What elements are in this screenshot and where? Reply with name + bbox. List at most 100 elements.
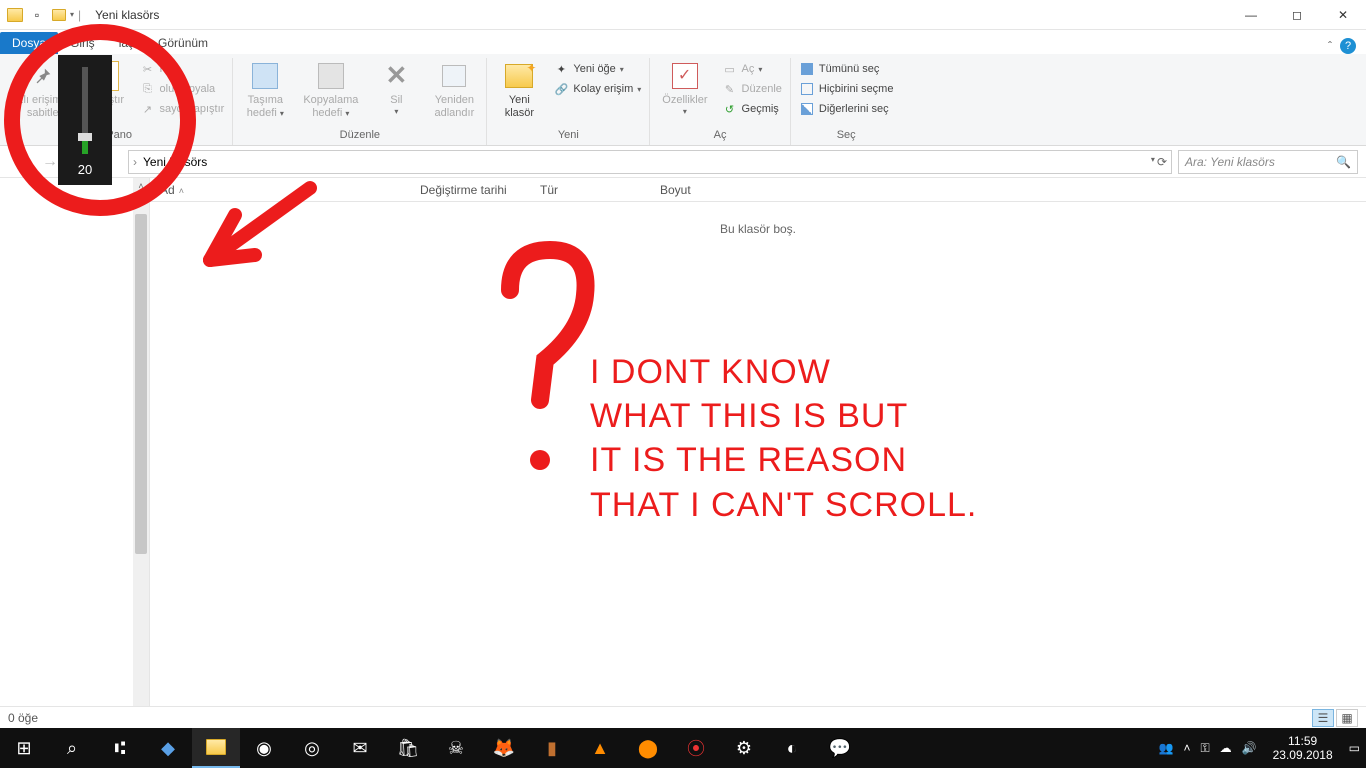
chevron-down-icon: ▾ (683, 107, 687, 117)
refresh-button[interactable]: ⟳ (1157, 155, 1167, 169)
open-icon: ▭ (722, 61, 738, 77)
label: Kolay erişim (573, 83, 633, 95)
tray-volume-icon[interactable]: 🔊 (1242, 741, 1257, 755)
rename-button[interactable]: Yeniden adlandır (428, 58, 480, 122)
clock-date: 23.09.2018 (1273, 748, 1333, 762)
details-view-button[interactable]: ☰ (1312, 709, 1334, 727)
volume-thumb[interactable] (78, 133, 92, 141)
label: hedefi (247, 107, 277, 119)
paste-shortcut-button[interactable]: ↗sayol yapıştır (138, 100, 227, 118)
taskbar-app-6[interactable]: ☠ (432, 728, 480, 768)
search-input[interactable]: Ara: Yeni klasörs 🔍 (1178, 150, 1358, 174)
clock-time: 11:59 (1273, 734, 1333, 748)
search-icon[interactable]: 🔍 (1336, 155, 1351, 169)
label: Ad (160, 183, 175, 197)
address-bar[interactable]: › Yeni klasörs ▾ ⟳ (128, 150, 1172, 174)
tray-people-icon[interactable]: 👥 (1159, 741, 1174, 755)
nav-scrollbar[interactable] (133, 194, 149, 706)
properties-button[interactable]: Özellikler ▾ (656, 58, 713, 119)
tray-notifications-icon[interactable]: ▭ (1349, 741, 1360, 755)
taskbar-gimp[interactable]: 🦊 (480, 728, 528, 768)
minimize-button[interactable]: — (1228, 0, 1274, 30)
open-button[interactable]: ▭Aç ▾ (720, 60, 784, 78)
back-button[interactable]: ← (8, 150, 32, 174)
file-list-pane[interactable]: Ad˄ Değiştirme tarihi Tür Boyut Bu klasö… (150, 178, 1366, 706)
window-controls: — ◻ ✕ (1228, 0, 1366, 30)
taskbar-settings[interactable]: ⚙ (720, 728, 768, 768)
task-view-button[interactable]: ⑆ (96, 728, 144, 768)
taskbar-store[interactable]: 🛍 (384, 728, 432, 768)
new-folder-button[interactable]: Yeni klasör (493, 58, 545, 122)
addr-dropdown-icon[interactable]: ▾ (1151, 155, 1155, 169)
taskbar-mail[interactable]: ✉ (336, 728, 384, 768)
search-button[interactable]: ⌕ (48, 728, 96, 768)
tab-view[interactable]: Görünüm (146, 32, 220, 54)
select-all-button[interactable]: Tümünü seç (797, 60, 896, 78)
new-item-button[interactable]: ✦Yeni öğe ▾ (551, 60, 643, 78)
taskbar-chrome[interactable]: ◎ (288, 728, 336, 768)
delete-button[interactable]: ✕ Sil ▾ (370, 58, 422, 119)
label: Yeni öğe (573, 63, 615, 75)
label: Boyut (660, 183, 691, 197)
selectall-icon (799, 61, 815, 77)
history-icon: ↺ (722, 101, 738, 117)
start-button[interactable]: ⊞ (0, 728, 48, 768)
close-button[interactable]: ✕ (1320, 0, 1366, 30)
edit-button[interactable]: ✎Düzenle (720, 80, 784, 98)
tab-share[interactable]: laş (107, 32, 146, 54)
copy-path-button[interactable]: ⎘olu kopyala (138, 80, 227, 98)
volume-osd[interactable]: 20 (58, 55, 112, 185)
chevron-right-icon[interactable]: › (133, 155, 137, 169)
icons-view-button[interactable]: ▦ (1336, 709, 1358, 727)
label: Tümünü seç (819, 63, 880, 75)
edit-icon: ✎ (722, 81, 738, 97)
maximize-button[interactable]: ◻ (1274, 0, 1320, 30)
system-tray: 👥 ˄ ⚿ ☁ 🔊 11:59 23.09.2018 ▭ (1159, 734, 1366, 763)
label: Sil (390, 94, 402, 107)
tray-clock[interactable]: 11:59 23.09.2018 (1267, 734, 1339, 763)
qat-customize-icon[interactable]: ▾ (70, 10, 74, 19)
collapse-ribbon-icon[interactable]: ˆ (1328, 39, 1332, 53)
label: Diğerlerini seç (819, 103, 889, 115)
taskbar-steam[interactable]: ◉ (240, 728, 288, 768)
taskbar-chat[interactable]: 💬 (816, 728, 864, 768)
taskbar-record[interactable]: ⦿ (672, 728, 720, 768)
history-button[interactable]: ↺Geçmiş (720, 100, 784, 118)
invert-selection-button[interactable]: Diğerlerini seç (797, 100, 896, 118)
tab-file[interactable]: Dosya (0, 32, 58, 54)
move-to-button[interactable]: Taşıma hedefi ▾ (239, 58, 291, 122)
taskbar-avast[interactable]: ⬤ (624, 728, 672, 768)
taskbar-app-8[interactable]: ▮ (528, 728, 576, 768)
volume-slider[interactable] (82, 67, 88, 154)
breadcrumb-current[interactable]: Yeni klasörs (141, 155, 209, 169)
select-none-button[interactable]: Hiçbirini seçme (797, 80, 896, 98)
qat-newfolder-icon[interactable] (50, 6, 68, 24)
col-type[interactable]: Tür (530, 183, 650, 197)
tab-home[interactable]: Giriş (58, 32, 107, 54)
taskbar-explorer[interactable] (192, 728, 240, 768)
cut-button[interactable]: ✂Kes (138, 60, 227, 78)
chevron-down-icon: ▾ (394, 107, 398, 117)
scroll-up-button[interactable]: ˄ (133, 178, 149, 194)
col-name[interactable]: Ad˄ (150, 183, 410, 197)
col-size[interactable]: Boyut (650, 183, 750, 197)
taskbar-app-13[interactable]: ◐ (768, 728, 816, 768)
easy-access-button[interactable]: 🔗Kolay erişim ▾ (551, 80, 643, 98)
copy-to-button[interactable]: Kopyalama hedefi ▾ (297, 58, 364, 122)
qat-properties-icon[interactable]: ▫ (28, 6, 46, 24)
scrollbar-thumb[interactable] (135, 214, 147, 554)
taskbar-vlc[interactable]: ▲ (576, 728, 624, 768)
col-modified[interactable]: Değiştirme tarihi (410, 183, 530, 197)
column-headers: Ad˄ Değiştirme tarihi Tür Boyut (150, 178, 1366, 202)
taskbar-app-1[interactable]: ◆ (144, 728, 192, 768)
navigation-pane[interactable]: ˄ (0, 178, 150, 706)
delete-icon: ✕ (380, 60, 412, 92)
tray-cloud-icon[interactable]: ☁ (1220, 741, 1232, 755)
tray-overflow-icon[interactable]: ˄ (1183, 741, 1190, 755)
group-label: Aç (714, 127, 727, 143)
help-icon[interactable]: ? (1340, 38, 1356, 54)
nav-row: ← → ▾ ↑ › Yeni klasörs ▾ ⟳ Ara: Yeni kla… (0, 146, 1366, 178)
group-organize: Taşıma hedefi ▾ Kopyalama hedefi ▾ ✕ Sil… (233, 58, 487, 145)
tray-wifi-icon[interactable]: ⚿ (1201, 741, 1210, 756)
view-switcher: ☰ ▦ (1312, 709, 1358, 727)
